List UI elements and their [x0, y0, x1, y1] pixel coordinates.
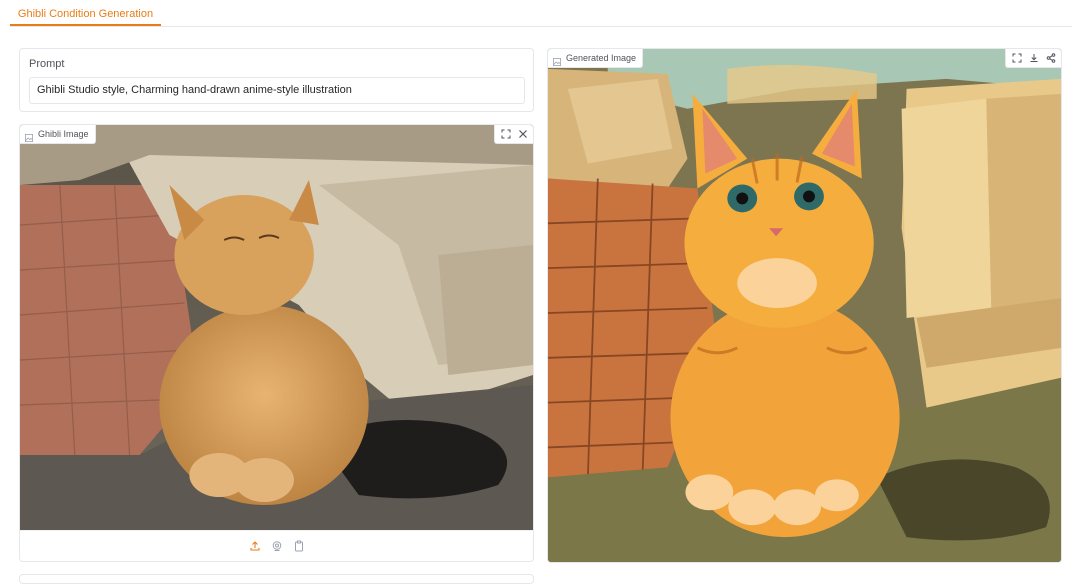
fullscreen-icon[interactable] — [498, 127, 513, 142]
ghibli-cat-illustration — [548, 49, 1061, 562]
webcam-icon[interactable] — [269, 538, 285, 554]
image-label-badge: Ghibli Image — [20, 125, 96, 144]
image-source-bar — [20, 530, 533, 561]
generated-image-output: Generated Image — [547, 48, 1062, 563]
prompt-panel: Prompt Ghibli Studio style, Charming han… — [19, 48, 534, 112]
image-icon — [25, 130, 33, 142]
tab-bar: Ghibli Condition Generation — [10, 0, 1072, 27]
tab-ghibli-condition-generation[interactable]: Ghibli Condition Generation — [10, 0, 161, 26]
share-icon[interactable] — [1043, 51, 1058, 66]
next-panel — [19, 574, 534, 584]
cat-photo — [20, 125, 533, 533]
image-label: Generated Image — [566, 53, 637, 63]
image-label: Ghibli Image — [38, 129, 89, 139]
image-icon — [553, 54, 561, 66]
image-toolbar — [1005, 49, 1061, 68]
prompt-input[interactable]: Ghibli Studio style, Charming hand-drawn… — [29, 77, 525, 104]
upload-icon[interactable] — [247, 538, 263, 554]
download-icon[interactable] — [1026, 51, 1041, 66]
close-icon[interactable] — [515, 127, 530, 142]
clipboard-icon[interactable] — [291, 538, 307, 554]
image-label-badge: Generated Image — [548, 49, 644, 68]
fullscreen-icon[interactable] — [1009, 51, 1024, 66]
ghibli-image-input[interactable]: Ghibli Image — [19, 124, 534, 562]
image-toolbar — [494, 125, 533, 144]
prompt-label: Prompt — [29, 58, 65, 70]
